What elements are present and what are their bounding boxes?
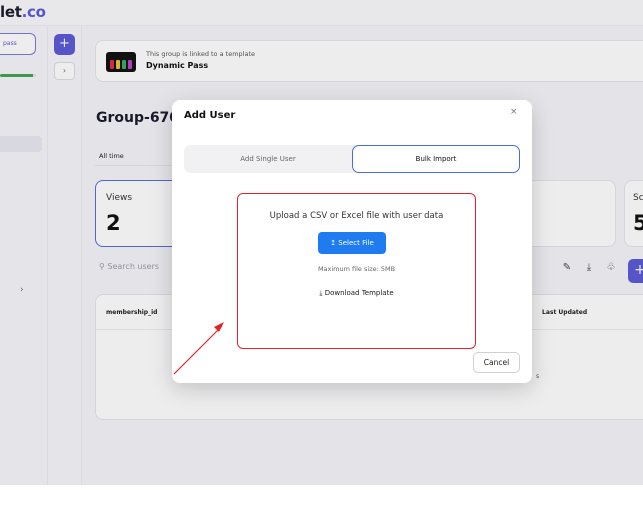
select-file-label: Select File xyxy=(338,239,374,247)
dialog-title: Add User xyxy=(184,110,236,121)
tab-bulk-import[interactable]: Bulk Import xyxy=(352,145,520,173)
tab-add-single-user[interactable]: Add Single User xyxy=(184,145,352,173)
download-icon: ⤓ xyxy=(319,289,323,297)
select-file-button[interactable]: ↥ Select File xyxy=(318,232,386,254)
max-file-size-note: Maximum file size: 5MB xyxy=(317,265,396,273)
import-mode-tabs: Add Single User Bulk Import xyxy=(184,145,520,173)
cancel-button[interactable]: Cancel xyxy=(473,352,520,373)
download-template-link[interactable]: ⤓ Download Template xyxy=(238,289,475,298)
add-user-dialog: Add User × Add Single User Bulk Import U… xyxy=(172,100,532,383)
upload-instructions: Upload a CSV or Excel file with user dat… xyxy=(269,211,444,221)
close-icon[interactable]: × xyxy=(510,107,518,117)
upload-icon: ↥ xyxy=(330,239,337,247)
file-upload-zone[interactable]: Upload a CSV or Excel file with user dat… xyxy=(237,193,476,349)
download-template-label: Download Template xyxy=(324,289,394,297)
